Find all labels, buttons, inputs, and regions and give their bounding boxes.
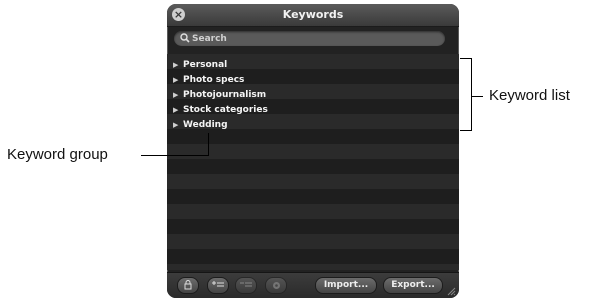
remove-keyword-button[interactable] (235, 277, 257, 294)
import-button[interactable]: Import... (315, 277, 377, 294)
gear-icon (272, 282, 280, 289)
keyword-list-leader-line (471, 96, 483, 97)
export-button[interactable]: Export... (383, 277, 443, 294)
keyword-list-annotation: Keyword list (489, 87, 570, 104)
keywords-window: × Keywords ▶Personal ▶Photo specs ▶Photo… (167, 4, 459, 298)
keyword-group-wedding[interactable]: ▶ Wedding (173, 118, 453, 133)
keyword-group-label: Personal (183, 60, 228, 70)
search-field[interactable] (174, 31, 445, 46)
keyword-list: ▶ Personal ▶ Photo specs ▶ Photojournalism … (167, 54, 459, 270)
add-keyword-button[interactable] (207, 277, 229, 294)
keyword-group-leader-horizontal (141, 155, 209, 156)
disclosure-triangle-icon[interactable]: ▶ (173, 73, 183, 88)
title-bar: × Keywords (167, 4, 459, 27)
window-title: Keywords (282, 8, 344, 21)
resize-grip-icon[interactable] (446, 286, 456, 296)
disclosure-triangle-icon[interactable]: ▶ (173, 58, 183, 73)
lock-icon (184, 280, 192, 290)
disclosure-triangle-icon[interactable]: ▶ (173, 88, 183, 103)
keyword-group-label: Stock categories (183, 105, 268, 115)
keyword-list-bracket-vertical (471, 58, 472, 131)
keyword-group-photojournalism[interactable]: ▶ Photojournalism (173, 88, 453, 103)
keyword-group-photo-specs[interactable]: ▶ Photo specs (173, 73, 453, 88)
keyword-list-bracket-bottom (460, 130, 472, 131)
search-icon (180, 33, 190, 43)
keyword-group-leader-vertical (208, 133, 209, 156)
add-keyword-icon (212, 281, 224, 287)
bottom-toolbar: Import... Export... (167, 272, 459, 298)
action-button[interactable] (265, 277, 287, 294)
keyword-group-personal[interactable]: ▶ Personal (173, 58, 453, 73)
remove-keyword-icon (240, 282, 252, 287)
keyword-group-label: Photojournalism (183, 90, 267, 100)
keyword-group-label: Wedding (183, 120, 228, 130)
disclosure-triangle-icon[interactable]: ▶ (173, 118, 183, 133)
lock-button[interactable] (177, 277, 199, 294)
disclosure-triangle-icon[interactable]: ▶ (173, 103, 183, 118)
keyword-group-annotation: Keyword group (7, 146, 108, 163)
keyword-group-stock-categories[interactable]: ▶ Stock categories (173, 103, 453, 118)
keyword-group-label: Photo specs (183, 75, 245, 85)
search-input[interactable] (192, 31, 432, 46)
